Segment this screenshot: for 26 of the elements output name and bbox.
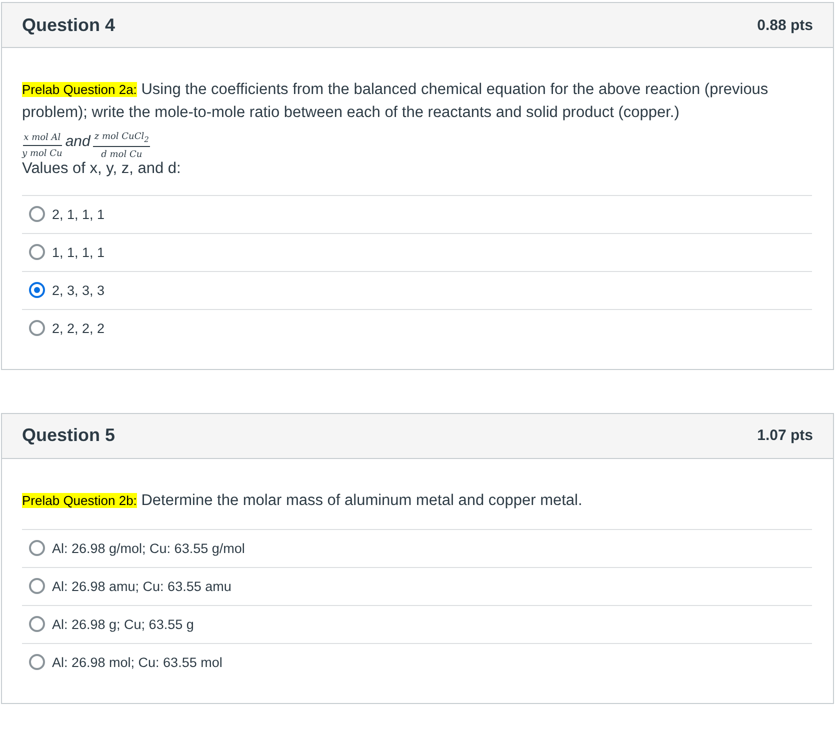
radio-button[interactable]	[29, 616, 45, 632]
radio-button[interactable]	[29, 540, 45, 556]
fraction: x mol Al y mol Cu	[22, 132, 62, 159]
answer-label[interactable]: Al: 26.98 g; Cu; 63.55 g	[52, 616, 194, 632]
answer-label[interactable]: Al: 26.98 mol; Cu: 63.55 mol	[52, 654, 222, 670]
question-title: Question 4	[22, 14, 116, 36]
question-prompt: Prelab Question 2b: Determine the molar mass of aluminum metal and copper metal.	[22, 490, 584, 511]
question-instruction: Values of x, y, z, and d:	[22, 160, 182, 178]
radio-button[interactable]	[29, 320, 45, 336]
radio-button[interactable]	[29, 578, 45, 594]
answer-label[interactable]: 2, 2, 2, 2	[52, 320, 105, 336]
answer-label[interactable]: 2, 3, 3, 3	[52, 282, 105, 298]
radio-button[interactable]	[29, 206, 45, 222]
question-title: Question 5	[22, 425, 116, 446]
connector-word: and	[65, 133, 90, 150]
points-label: 1.07 pts	[757, 427, 813, 444]
answer-label[interactable]: 2, 1, 1, 1	[52, 206, 105, 222]
answer-label[interactable]: Al: 26.98 g/mol; Cu: 63.55 g/mol	[52, 540, 245, 556]
answer-label[interactable]: 1, 1, 1, 1	[52, 244, 105, 260]
points-label: 0.88 pts	[757, 16, 813, 34]
radio-button[interactable]	[29, 654, 45, 670]
fraction: z mol CuCl$_{2}$ d mol Cu	[93, 132, 150, 160]
radio-button[interactable]	[29, 282, 45, 298]
radio-button[interactable]	[29, 244, 45, 260]
answer-label[interactable]: Al: 26.98 amu; Cu: 63.55 amu	[52, 578, 232, 594]
question-prompt: Prelab Question 2a: Using the coefficients from the balanced chemical equation for the above reaction (previous problem); write the mole-to-mole ratio between each of the reactants and solid product (copper.)	[22, 80, 770, 123]
